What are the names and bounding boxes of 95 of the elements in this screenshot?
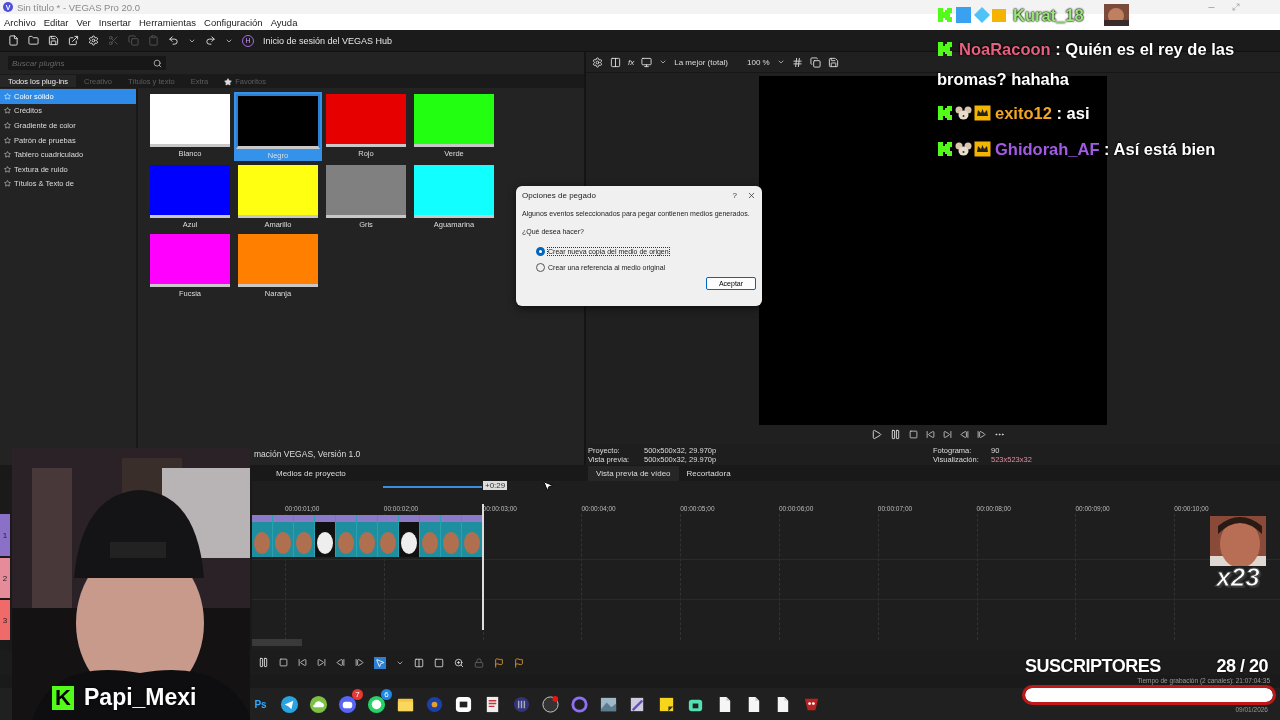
zoom-dropdown[interactable]: 100 % <box>747 57 770 67</box>
ring-icon[interactable] <box>570 694 589 714</box>
combo-counter: x23 <box>1216 562 1260 593</box>
fx-button[interactable]: fx <box>628 57 635 67</box>
notification-badge: 6 <box>381 688 392 700</box>
radio-button[interactable] <box>536 247 545 256</box>
track-header[interactable]: 1 <box>0 514 10 556</box>
folder-icon[interactable] <box>28 35 39 46</box>
marker-icon[interactable] <box>494 657 504 668</box>
chat-message: exito12 : asi <box>937 99 1272 129</box>
disc-icon[interactable] <box>425 694 444 714</box>
k-badge-icon <box>937 105 953 121</box>
monitor-icon[interactable] <box>641 56 653 68</box>
close-button[interactable] <box>747 191 756 200</box>
caret-icon[interactable] <box>659 58 668 66</box>
hub-login-link[interactable]: Inicio de sesión del VEGAS Hub <box>263 35 393 46</box>
dock-tab[interactable]: Vista previa de vídeo <box>588 465 679 481</box>
paper-plane-icon[interactable] <box>280 694 299 714</box>
menu-item[interactable]: Archivo <box>0 16 40 28</box>
selection-icon[interactable] <box>434 657 444 668</box>
undo-icon[interactable] <box>168 35 179 46</box>
zoom-icon[interactable] <box>454 657 464 668</box>
save-icon[interactable] <box>827 56 839 68</box>
star-icon <box>224 77 233 86</box>
pause-icon[interactable] <box>258 657 269 668</box>
caret-icon[interactable] <box>776 58 785 66</box>
notification-badge: 7 <box>352 688 363 700</box>
lock-icon[interactable] <box>474 657 484 668</box>
streamer-name: Papi_Mexi <box>84 684 197 711</box>
photoshop-app-icon[interactable]: Ps <box>254 698 267 710</box>
region-icon[interactable] <box>514 657 524 668</box>
step-forward-icon[interactable] <box>977 430 986 439</box>
loop-length-tag: +0:29 <box>483 481 508 490</box>
next-frame-icon[interactable] <box>943 430 952 439</box>
timeline-scrollbar[interactable] <box>252 639 302 646</box>
record-icon[interactable] <box>541 694 560 714</box>
dock-tab[interactable]: Recortadora <box>678 465 739 481</box>
mouse-cursor-icon <box>542 480 554 492</box>
chat-bubble-icon[interactable] <box>454 694 473 714</box>
track-header[interactable]: 3 <box>0 600 10 640</box>
menu-item[interactable]: Insertar <box>94 16 135 28</box>
redo-icon[interactable] <box>205 35 216 46</box>
badge-row-icon <box>955 6 1007 24</box>
chat-username: Kurat_18 <box>1013 5 1084 25</box>
star-icon <box>4 151 11 159</box>
window-title: Sin título * - VEGAS Pro 20.0 <box>17 1 141 13</box>
save-icon[interactable] <box>48 35 59 46</box>
next-icon[interactable] <box>317 658 326 667</box>
export-icon[interactable] <box>68 35 79 46</box>
track-header[interactable]: 2 <box>0 558 10 598</box>
k-badge-icon <box>937 7 953 23</box>
quality-dropdown[interactable]: La mejor (total) <box>674 57 729 67</box>
settings-icon[interactable] <box>592 56 603 68</box>
star-icon <box>4 180 11 188</box>
chat-message: Ghidorah_AF : Así está bien <box>937 135 1272 165</box>
goal-count: 28 / 20 <box>1216 656 1268 677</box>
split-icon[interactable] <box>414 657 424 668</box>
pointer-tool-icon[interactable] <box>374 656 386 669</box>
step-back-icon[interactable] <box>336 658 345 667</box>
goal-label: SUSCRIPTORES <box>1025 656 1161 677</box>
menu-item[interactable]: Herramientas <box>135 16 201 28</box>
star-icon <box>4 122 11 129</box>
star-icon <box>4 107 11 115</box>
dialog-title: Opciones de pegado <box>522 191 596 200</box>
search-icon[interactable] <box>153 58 162 68</box>
star-icon <box>4 136 11 144</box>
striped-circle-icon[interactable] <box>512 694 531 714</box>
step-forward-icon[interactable] <box>355 658 364 667</box>
stop-icon[interactable] <box>279 658 288 667</box>
kick-logo: K <box>52 685 74 710</box>
stop-icon[interactable] <box>909 430 918 439</box>
chat-message: NoaRacoon : Quién es el rey de las bromas? hahaha <box>937 39 1236 90</box>
dock-tab[interactable]: Medios de proyecto <box>268 465 354 481</box>
step-back-icon[interactable] <box>960 430 969 439</box>
k-badge-icon <box>937 41 953 57</box>
split-view-icon[interactable] <box>610 56 621 68</box>
copy-icon[interactable] <box>809 56 821 68</box>
play-icon[interactable] <box>871 429 882 440</box>
settings-icon[interactable] <box>88 35 99 46</box>
menu-item[interactable]: Configuración <box>200 16 267 28</box>
new-file-icon[interactable] <box>8 35 19 46</box>
star-icon <box>4 92 11 100</box>
previous-frame-icon[interactable] <box>926 430 935 439</box>
menu-item[interactable]: Ayuda <box>266 16 302 28</box>
grid-icon[interactable] <box>791 56 803 68</box>
cloud-icon[interactable] <box>309 694 328 714</box>
menu-item[interactable]: Editar <box>39 16 73 28</box>
clipboard-icon[interactable] <box>148 35 159 46</box>
pause-icon[interactable] <box>890 429 901 440</box>
menu-item[interactable]: Ver <box>72 16 95 28</box>
k-badge-icon <box>937 141 953 157</box>
star-icon <box>4 165 11 173</box>
help-button[interactable]: ? <box>722 191 747 200</box>
previous-icon[interactable] <box>298 658 307 667</box>
plugin-description: mación VEGAS, Versión 1.0 <box>253 449 362 461</box>
